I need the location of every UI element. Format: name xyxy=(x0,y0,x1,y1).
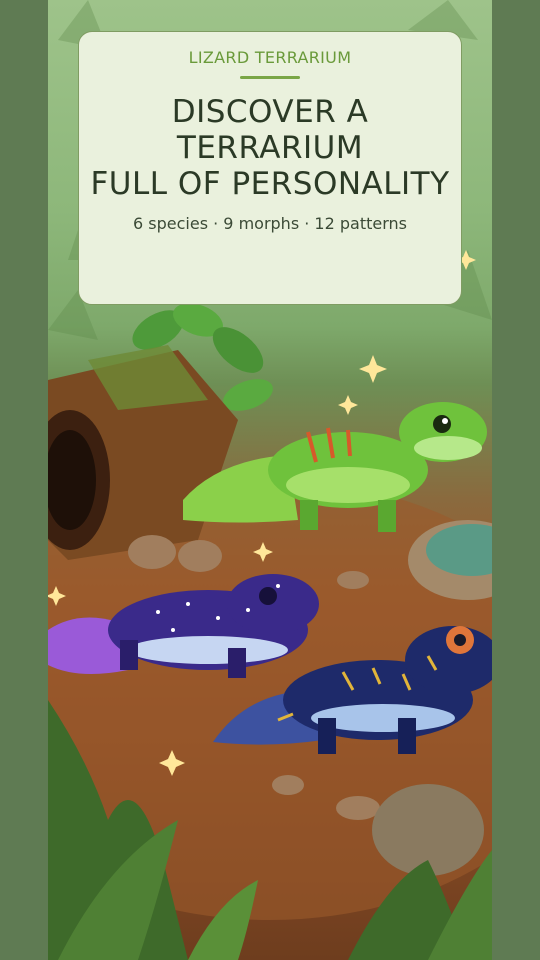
headline-line-2: FULL OF PERSONALITY xyxy=(90,166,450,202)
brand-eyebrow: LIZARD TERRARIUM xyxy=(188,48,352,67)
hero-card: LIZARD TERRARIUM DISCOVER A TERRARIUM FU… xyxy=(78,31,462,305)
headline-line-1: DISCOVER A TERRARIUM xyxy=(171,94,369,166)
collection-stats: 6 species · 9 morphs · 12 patterns xyxy=(133,214,407,233)
app-frame: LIZARD TERRARIUM DISCOVER A TERRARIUM FU… xyxy=(0,0,540,960)
title-divider xyxy=(240,76,300,79)
hero-headline: DISCOVER A TERRARIUM FULL OF PERSONALITY xyxy=(79,94,461,202)
